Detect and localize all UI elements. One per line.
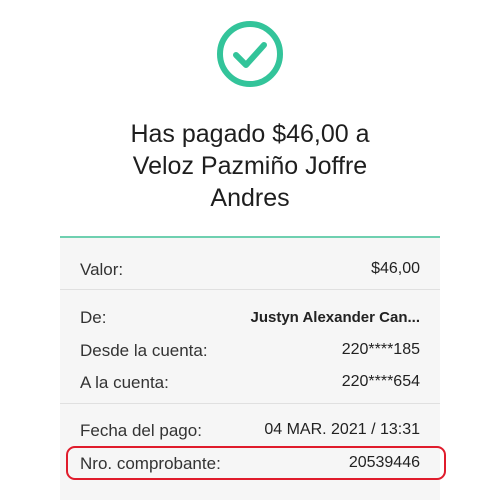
payment-date-label: Fecha del pago: <box>80 421 202 440</box>
to-account-value: 220****654 <box>341 373 420 390</box>
from-value: Justyn Alexander Can... <box>250 309 421 326</box>
from-account-value: 220****185 <box>341 341 420 358</box>
from-account-label: Desde la cuenta: <box>80 341 208 360</box>
amount-value: $46,00 <box>371 260 420 277</box>
payment-confirmation-screen: Has pagado $46,00 a Veloz Pazmiño Joffre… <box>0 0 500 500</box>
amount-label: Valor: <box>80 260 124 279</box>
receipt-number-label: Nro. comprobante: <box>80 454 221 473</box>
from-label: De: <box>80 308 107 327</box>
to-account-label: A la cuenta: <box>80 373 169 392</box>
section-divider <box>60 403 440 404</box>
payment-date-value: 04 MAR. 2021 / 13:31 <box>264 421 420 438</box>
receipt-number-value: 20539446 <box>348 454 420 471</box>
payment-success-message: Has pagado $46,00 a Veloz Pazmiño Joffre… <box>130 120 370 212</box>
section-divider <box>60 289 440 290</box>
payment-details-card: Valor: $46,00 De: Justyn Alexander Can..… <box>60 236 446 500</box>
check-circle-icon <box>217 21 283 87</box>
